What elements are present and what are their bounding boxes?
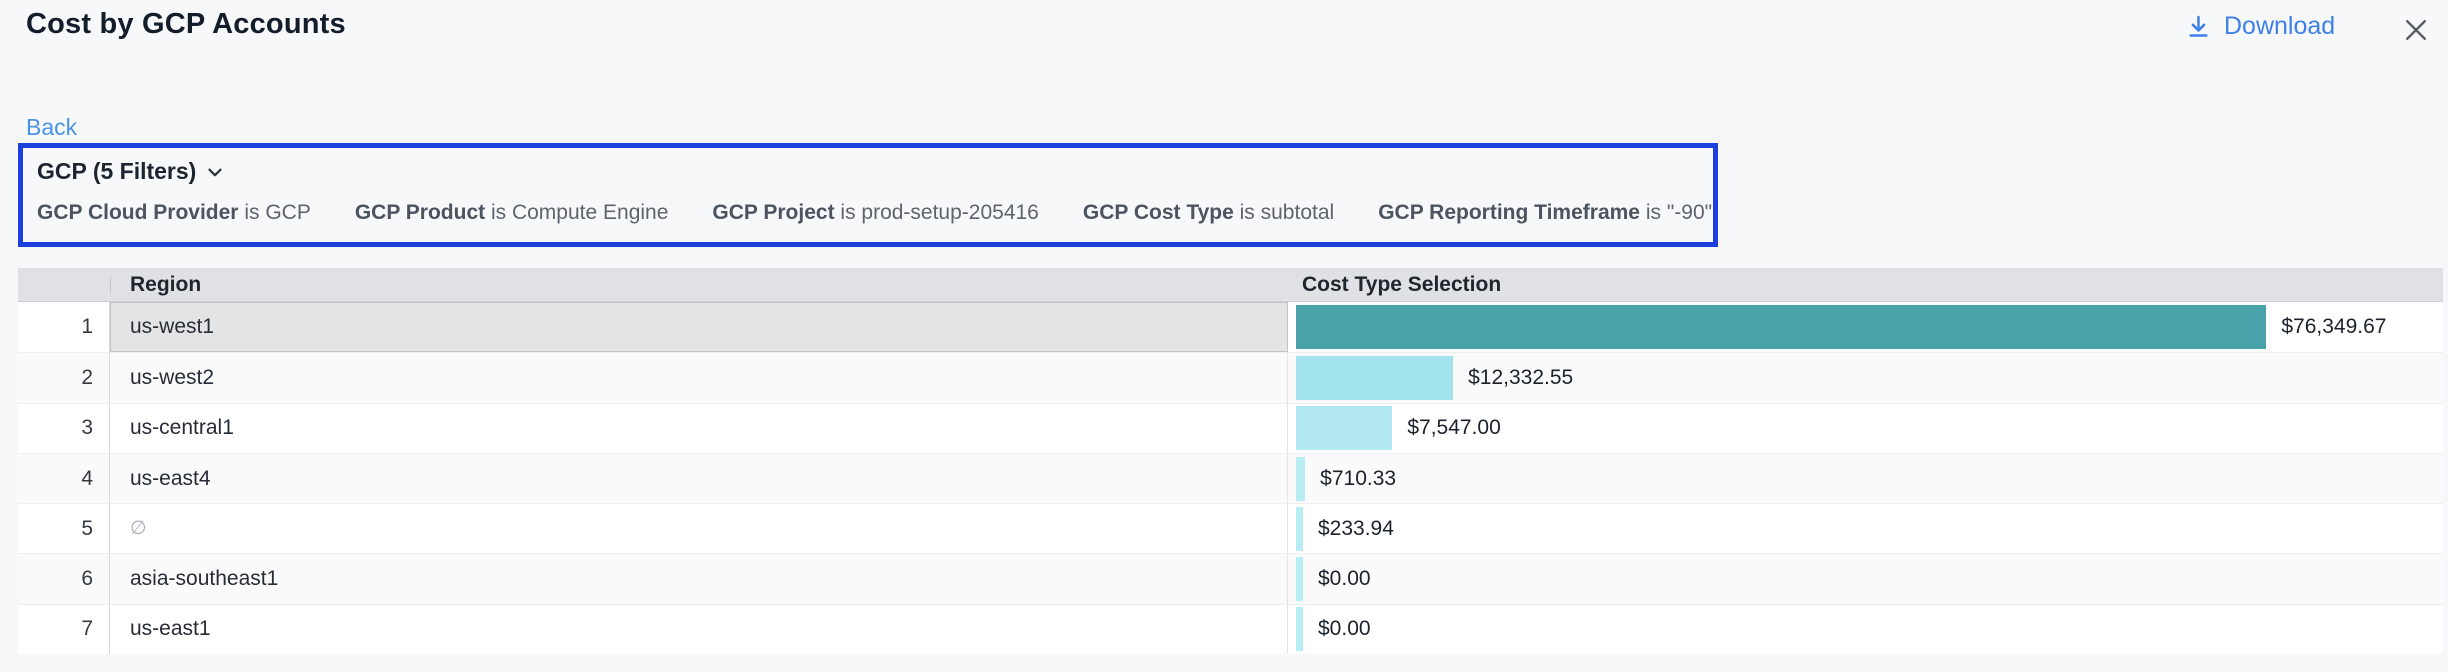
cost-value: $233.94 bbox=[1318, 517, 1394, 541]
filter-summary-dropdown[interactable]: GCP (5 Filters) bbox=[37, 158, 226, 185]
filter-name: GCP Product bbox=[355, 201, 485, 224]
row-number: 3 bbox=[18, 404, 110, 453]
cost-bar bbox=[1296, 356, 1453, 400]
region-cell[interactable]: us-west2 bbox=[110, 353, 1288, 402]
cost-value: $12,332.55 bbox=[1468, 366, 1573, 390]
cost-bar bbox=[1296, 507, 1303, 551]
filter-panel: GCP (5 Filters) GCP Cloud Provider is GC… bbox=[18, 143, 1718, 247]
table-row[interactable]: 3us-central1 $7,547.00 bbox=[18, 403, 2443, 453]
cost-bar bbox=[1296, 457, 1305, 501]
filter-list: GCP Cloud Provider is GCP GCP Product is … bbox=[37, 201, 1699, 225]
page-title: Cost by GCP Accounts bbox=[26, 8, 346, 41]
cost-cell: $7,547.00 bbox=[1288, 404, 2443, 453]
close-button[interactable] bbox=[2398, 12, 2434, 48]
table-row[interactable]: 6asia-southeast1 $0.00 bbox=[18, 553, 2443, 603]
region-cell[interactable]: us-east4 bbox=[110, 454, 1288, 503]
table-row[interactable]: 4us-east4 $710.33 bbox=[18, 453, 2443, 503]
region-cell[interactable]: asia-southeast1 bbox=[110, 554, 1288, 603]
row-number: 2 bbox=[18, 353, 110, 402]
filter-condition-2[interactable]: GCP Project is prod-setup-205416 bbox=[712, 201, 1038, 225]
cost-value: $0.00 bbox=[1318, 617, 1371, 641]
table-row[interactable]: 7us-east1 $0.00 bbox=[18, 604, 2443, 654]
table-row[interactable]: 5∅ $233.94 bbox=[18, 503, 2443, 553]
table-header-row: Region Cost Type Selection bbox=[18, 268, 2443, 302]
row-number: 4 bbox=[18, 454, 110, 503]
row-number: 6 bbox=[18, 554, 110, 603]
region-cell[interactable]: us-east1 bbox=[110, 605, 1288, 654]
cost-bar bbox=[1296, 406, 1392, 450]
filter-name: GCP Cloud Provider bbox=[37, 201, 238, 224]
cost-by-gcp-accounts-panel: Cost by GCP Accounts Download Back GCP (… bbox=[0, 0, 2448, 672]
cost-cell: $710.33 bbox=[1288, 454, 2443, 503]
cost-bar bbox=[1296, 607, 1303, 651]
close-icon bbox=[2401, 15, 2431, 45]
region-cell[interactable]: us-west1 bbox=[110, 302, 1288, 352]
download-button[interactable]: Download bbox=[2185, 12, 2335, 41]
region-cell[interactable]: us-central1 bbox=[110, 404, 1288, 453]
cost-value: $76,349.67 bbox=[2281, 315, 2386, 339]
cost-bar bbox=[1296, 557, 1303, 601]
cost-bar bbox=[1296, 305, 2266, 349]
cost-cell: $233.94 bbox=[1288, 504, 2443, 553]
filter-summary-label: GCP (5 Filters) bbox=[37, 158, 196, 185]
filter-name: GCP Reporting Timeframe bbox=[1378, 201, 1640, 224]
filter-condition-1[interactable]: GCP Product is Compute Engine bbox=[355, 201, 669, 225]
filter-condition-0[interactable]: GCP Cloud Provider is GCP bbox=[37, 201, 311, 225]
table-row[interactable]: 1us-west1 $76,349.67 bbox=[18, 302, 2443, 352]
region-cell[interactable]: ∅ bbox=[110, 504, 1288, 553]
download-icon bbox=[2185, 13, 2212, 40]
cost-value: $710.33 bbox=[1320, 467, 1396, 491]
row-number: 7 bbox=[18, 605, 110, 654]
cost-cell: $0.00 bbox=[1288, 605, 2443, 654]
back-link[interactable]: Back bbox=[26, 114, 77, 141]
cost-value: $0.00 bbox=[1318, 567, 1371, 591]
filter-condition-4[interactable]: GCP Reporting Timeframe is "-90" bbox=[1378, 201, 1712, 225]
cost-cell: $76,349.67 bbox=[1288, 302, 2443, 352]
filter-name: GCP Project bbox=[712, 201, 834, 224]
cost-cell: $0.00 bbox=[1288, 554, 2443, 603]
row-number: 1 bbox=[18, 302, 110, 352]
table-body: 1us-west1$76,349.672us-west2$12,332.553u… bbox=[18, 302, 2443, 654]
chevron-down-icon bbox=[204, 161, 226, 183]
cost-table: Region Cost Type Selection 1us-west1 $76,… bbox=[18, 268, 2443, 654]
table-row[interactable]: 2us-west2 $12,332.55 bbox=[18, 352, 2443, 402]
filter-name: GCP Cost Type bbox=[1083, 201, 1234, 224]
cost-column-header[interactable]: Cost Type Selection bbox=[1288, 273, 2443, 297]
cost-value: $7,547.00 bbox=[1407, 416, 1500, 440]
region-column-header[interactable]: Region bbox=[110, 273, 1288, 297]
cost-cell: $12,332.55 bbox=[1288, 353, 2443, 402]
download-label: Download bbox=[2224, 12, 2335, 41]
row-number: 5 bbox=[18, 504, 110, 553]
filter-condition-3[interactable]: GCP Cost Type is subtotal bbox=[1083, 201, 1334, 225]
